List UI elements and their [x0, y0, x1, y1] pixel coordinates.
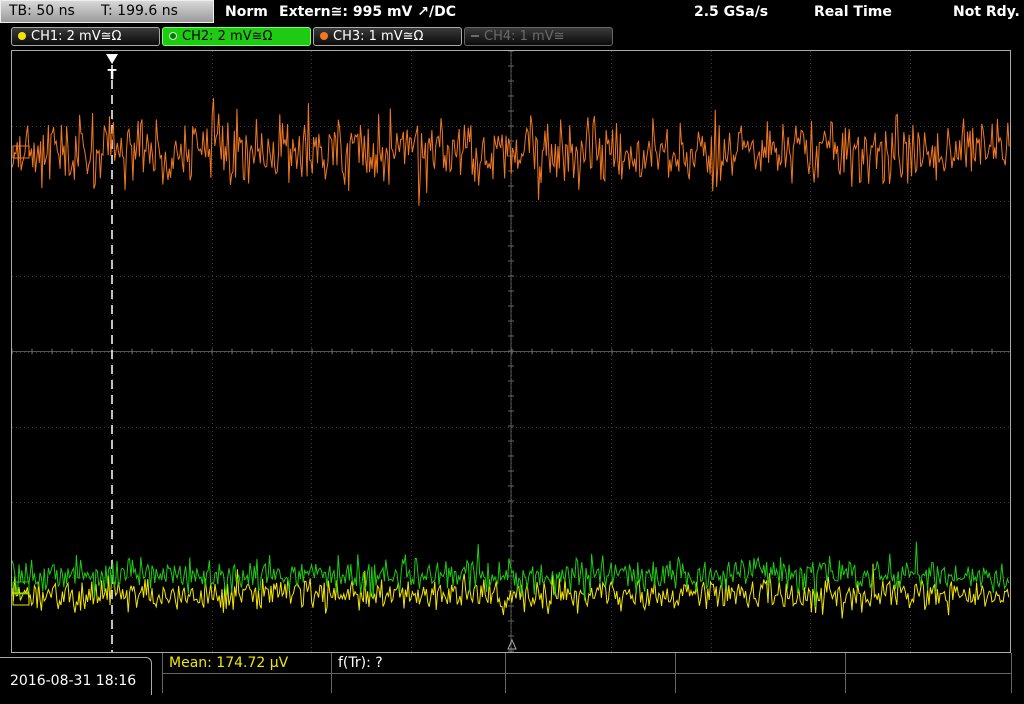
- timebase-box[interactable]: TB: 50 ns T: 199.6 ns: [0, 0, 214, 23]
- trigger-position-label: T: [108, 68, 117, 83]
- run-status-label: Not Rdy.: [953, 4, 1020, 20]
- sample-rate-label: 2.5 GSa/s: [694, 4, 769, 20]
- channel-1-button[interactable]: CH1: 2 mV≅Ω: [11, 27, 160, 46]
- waveform-plot: T: [12, 51, 1010, 652]
- channel-4-label: CH4: 1 mV≅: [484, 29, 565, 44]
- measurement-mean-cell[interactable]: Mean: 174.72 µV: [162, 653, 332, 693]
- bottom-bar: 2016-08-31 18:16 Mean: 174.72 µV f(Tr): …: [0, 653, 1024, 695]
- channel-2-trace: [12, 541, 1010, 608]
- graticule-grid: [12, 51, 1010, 652]
- measurement-slot-4[interactable]: [676, 653, 846, 693]
- channel-3-label: CH3: 1 mV≅Ω: [333, 29, 424, 44]
- channel-2-label: CH2: 2 mV≅Ω: [182, 29, 273, 44]
- channel-3-dot-icon: [320, 32, 328, 40]
- trigger-mode-label[interactable]: Norm: [225, 0, 268, 24]
- channel-1-dot-icon: [18, 32, 26, 40]
- channel-bar: CH1: 2 mV≅Ω CH2: 2 mV≅Ω CH3: 1 mV≅Ω CH4:…: [0, 24, 1024, 50]
- timebase-label: TB: 50 ns: [9, 3, 75, 19]
- measurement-slot-3[interactable]: [506, 653, 676, 693]
- channel-4-off-icon: [471, 35, 479, 37]
- waveform-display[interactable]: T: [11, 50, 1011, 653]
- status-bar: TB: 50 ns T: 199.6 ns Norm Extern≅: 995 …: [0, 0, 1024, 24]
- channel-3-button[interactable]: CH3: 1 mV≅Ω: [313, 27, 462, 46]
- channel-1-label: CH1: 2 mV≅Ω: [31, 29, 122, 44]
- channel-2-dot-icon: [169, 32, 177, 40]
- channel-2-button[interactable]: CH2: 2 mV≅Ω: [162, 27, 311, 46]
- channel-4-button[interactable]: CH4: 1 mV≅: [464, 27, 613, 46]
- acquisition-mode-label[interactable]: Real Time: [814, 0, 892, 24]
- datetime-display: 2016-08-31 18:16: [0, 657, 152, 695]
- trigger-time-label: T: 199.6 ns: [101, 3, 178, 19]
- measurement-mean-label: Mean: 174.72 µV: [169, 655, 289, 671]
- channel-1-trace: [12, 563, 1010, 619]
- measurement-slot-5[interactable]: [846, 653, 1012, 693]
- measurement-frequency-cell[interactable]: f(Tr): ?: [332, 653, 506, 693]
- trigger-source-label[interactable]: Extern≅: 995 mV ↗/DC: [279, 0, 456, 24]
- measurement-frequency-label: f(Tr): ?: [338, 655, 383, 671]
- trigger-position-marker-icon: [106, 54, 118, 64]
